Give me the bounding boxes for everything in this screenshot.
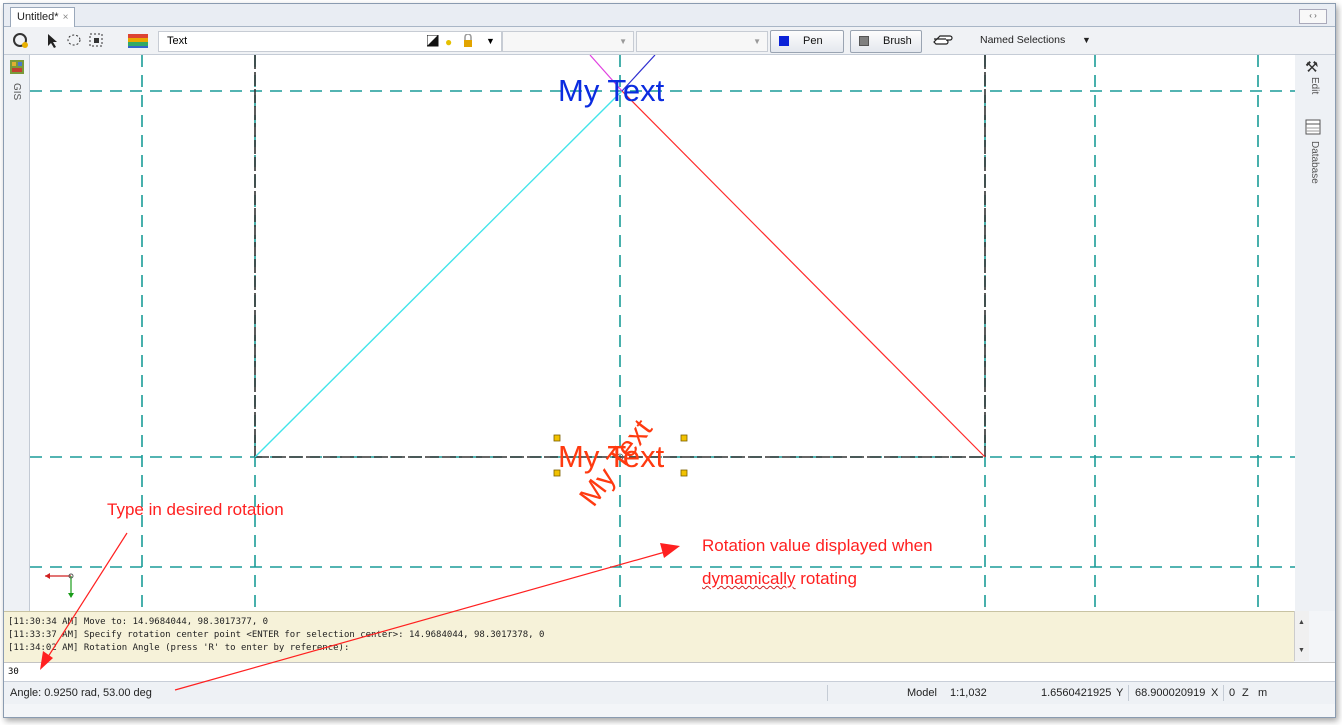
command-history: [11:30:34 AM] Move to: 14.9684044, 98.30… xyxy=(4,611,1294,662)
canvas-drawing xyxy=(30,55,1295,611)
command-input[interactable]: 30 xyxy=(4,662,1335,682)
misspelled-word: dymamically xyxy=(702,569,796,588)
status-divider xyxy=(827,685,828,701)
edit-panel-tab[interactable]: Edit xyxy=(1309,77,1320,94)
linetype-dropdown[interactable]: ▼ xyxy=(502,31,634,52)
right-panel-strip: ⚒ Edit Database xyxy=(1294,55,1335,611)
database-panel-tab[interactable]: Database xyxy=(1309,141,1320,184)
box-select-icon[interactable] xyxy=(88,32,105,49)
select-arrow-icon[interactable] xyxy=(44,32,61,49)
command-history-scrollbar[interactable]: ▲ ▼ xyxy=(1294,611,1309,661)
brush-button[interactable]: Brush xyxy=(850,30,922,53)
command-input-value: 30 xyxy=(8,667,19,677)
pen-button[interactable]: Pen xyxy=(770,30,844,53)
layer-name: Text xyxy=(167,35,188,47)
pointing-hand-icon[interactable] xyxy=(932,32,956,49)
x-label: X xyxy=(1211,687,1219,699)
scroll-down-icon[interactable]: ▼ xyxy=(1298,647,1305,654)
x-coordinate: 68.900020919 xyxy=(1135,687,1206,699)
space-mode[interactable]: Model xyxy=(907,682,937,704)
left-panel-strip: GIS xyxy=(4,55,30,611)
orbit-icon[interactable] xyxy=(12,32,29,49)
close-icon[interactable]: × xyxy=(63,12,69,23)
status-divider xyxy=(1223,685,1224,701)
status-bar: Angle: 0.9250 rad, 53.00 deg Model 1:1,0… xyxy=(4,681,1335,704)
chevron-down-icon: ▼ xyxy=(1082,35,1091,45)
document-tab-bar: Untitled* × ‹ › xyxy=(4,4,1335,27)
gis-panel-icon[interactable] xyxy=(9,59,25,80)
ucs-axis-icon xyxy=(45,573,74,598)
annotation-rotation-value-line1: Rotation value displayed when xyxy=(702,536,933,555)
layer-color-icon[interactable] xyxy=(426,34,439,54)
tab-scroll-arrows[interactable]: ‹ › xyxy=(1299,9,1327,24)
gis-panel-tab[interactable]: GIS xyxy=(11,83,22,100)
scale-readout[interactable]: 1:1,032 xyxy=(950,682,987,704)
lock-icon[interactable] xyxy=(463,33,473,55)
brush-color-swatch xyxy=(859,36,869,46)
status-divider xyxy=(1128,685,1129,701)
command-log-line: [11:34:02 AM] Rotation Angle (press 'R' … xyxy=(8,643,350,653)
angle-readout: Angle: 0.9250 rad, 53.00 deg xyxy=(10,687,152,699)
tab-title: Untitled* xyxy=(17,11,59,23)
annotation-rotation-value-line2: dymamically rotating xyxy=(702,569,857,588)
text-my-text-top[interactable]: My Text xyxy=(558,73,664,109)
annotation-type-rotation: Type in desired rotation xyxy=(107,500,284,519)
chevron-down-icon: ▼ xyxy=(753,37,761,46)
layer-dropdown[interactable]: Text ● ▼ xyxy=(158,31,502,52)
z-label: Z xyxy=(1242,687,1249,699)
scroll-up-icon[interactable]: ▲ xyxy=(1298,619,1305,626)
units-label: m xyxy=(1258,687,1268,699)
lineweight-dropdown[interactable]: ▼ xyxy=(636,31,768,52)
lasso-select-icon[interactable] xyxy=(66,32,83,49)
y-label: Y xyxy=(1116,687,1124,699)
lightbulb-icon[interactable]: ● xyxy=(445,33,452,52)
command-log-line: [11:30:34 AM] Move to: 14.9684044, 98.30… xyxy=(8,617,269,627)
layers-icon[interactable] xyxy=(126,32,150,49)
tab-untitled[interactable]: Untitled* × xyxy=(10,7,76,27)
drawing-canvas[interactable]: My Text My Text My Text xyxy=(30,55,1295,611)
named-selections-dropdown[interactable]: Named Selections ▼ xyxy=(980,31,1095,50)
tools-icon[interactable]: ⚒ xyxy=(1305,58,1318,76)
y-coordinate: 1.6560421925 xyxy=(1041,687,1112,699)
app-window: Untitled* × ‹ › Text ● ▼ ▼ ▼ Pen Brush N… xyxy=(3,3,1336,718)
chevron-down-icon[interactable]: ▼ xyxy=(486,32,495,51)
command-log-line: [11:33:37 AM] Specify rotation center po… xyxy=(8,630,545,640)
main-toolbar: Text ● ▼ ▼ ▼ Pen Brush Named Selections … xyxy=(4,27,1335,55)
chevron-down-icon: ▼ xyxy=(619,37,627,46)
database-icon[interactable] xyxy=(1305,119,1321,140)
pen-color-swatch xyxy=(779,36,789,46)
z-coordinate: 0 xyxy=(1229,687,1236,699)
